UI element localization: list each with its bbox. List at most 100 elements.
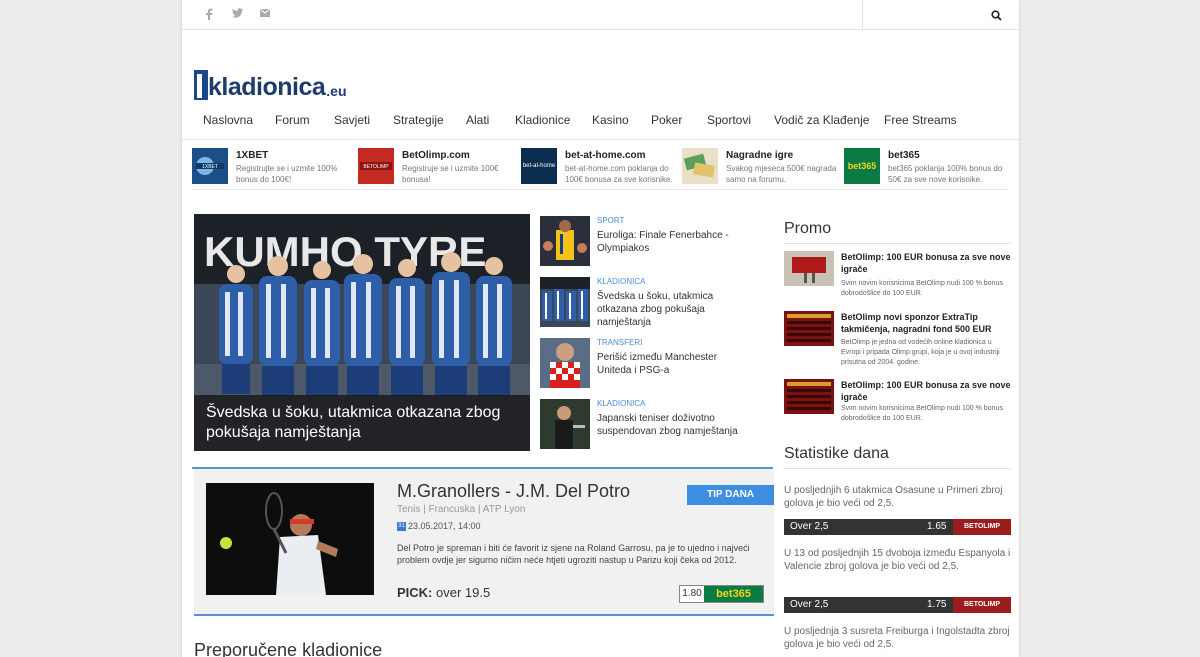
search-box[interactable] <box>862 0 1019 30</box>
nav-item-savjeti[interactable]: Savjeti <box>334 113 370 127</box>
stat-text: U 13 od posljednjih 15 dvoboja između Es… <box>784 548 1011 572</box>
news-category[interactable]: KLADIONICA <box>597 399 645 408</box>
tip-date: 31 23.05.2017, 14:00 <box>397 521 481 531</box>
list-item[interactable]: KLADIONICA Švedska u šoku, utakmica otka… <box>540 277 755 329</box>
nav-item-free-streams[interactable]: Free Streams <box>884 113 957 127</box>
sponsor-logo <box>682 148 718 184</box>
list-item[interactable]: TRANSFERI Perišić između Manchester Unit… <box>540 338 755 390</box>
list-item[interactable]: SPORT Euroliga: Finale Fenerbahce - Olym… <box>540 216 755 268</box>
site-logo[interactable]: kladionica .eu <box>194 68 347 100</box>
nav-item-poker[interactable]: Poker <box>651 113 682 127</box>
sponsor-desc: Registrujte se i uzmite 100% bonus do 10… <box>236 164 338 184</box>
nav-item-kladionice[interactable]: Kladionice <box>515 113 570 127</box>
hero-article[interactable]: KUMHO TYRE Švedska u šoku, utakmica otka… <box>194 214 530 451</box>
nav-item-alati[interactable]: Alati <box>466 113 489 127</box>
promo-item[interactable]: BetOlimp novi sponzor ExtraTip takmičenj… <box>784 311 1011 371</box>
svg-text:BETOLIMP: BETOLIMP <box>363 164 389 170</box>
tip-pick: PICK: over 19.5 <box>397 585 490 600</box>
news-title[interactable]: Perišić između Manchester Uniteda i PSG-… <box>597 351 747 377</box>
nav-item-naslovna[interactable]: Naslovna <box>203 113 253 127</box>
tip-of-the-day-badge: TIP DANA <box>687 485 774 505</box>
sponsor-desc: Registruje se i uzmite 100€ bonusa! <box>402 164 499 184</box>
sponsor-name: 1XBET <box>236 150 269 161</box>
top-bar <box>182 0 1019 30</box>
sponsor-logo: 1XBET <box>192 148 228 184</box>
promo-desc: BetOlimp je jedna od vodećih online klad… <box>841 339 1000 366</box>
bookmaker-logo: BETOLIMP <box>953 597 1011 613</box>
sponsor-1xbet[interactable]: 1XBET 1XBET Registrujte se i uzmite 100%… <box>192 148 352 186</box>
tip-of-the-day: TIP DANA M.Granollers - J.M. Del Potro T… <box>194 469 774 616</box>
sponsor-name: bet-at-home.com <box>565 150 646 161</box>
svg-text:bet-at-home: bet-at-home <box>523 163 556 169</box>
sponsor-betolimp[interactable]: BETOLIMP BetOlimp.com Registruje se i uz… <box>358 148 518 186</box>
stats-heading: Statistike dana <box>784 445 889 462</box>
sponsor-logo: bet365 <box>844 148 880 184</box>
stat-odd: 1.75 <box>927 599 947 610</box>
twitter-icon[interactable] <box>230 8 244 22</box>
promo-title[interactable]: BetOlimp: 100 EUR bonusa za sve nove igr… <box>841 251 1011 275</box>
pick-value: over 19.5 <box>436 585 491 600</box>
list-item[interactable]: KLADIONICA Japanski teniser doživotno su… <box>540 399 755 451</box>
news-category[interactable]: KLADIONICA <box>597 277 645 286</box>
tip-date-text: 23.05.2017, 14:00 <box>408 521 481 531</box>
news-category[interactable]: SPORT <box>597 216 624 225</box>
stat-odds-bar[interactable]: Over 2,5 1.65 BETOLIMP <box>784 519 1011 535</box>
news-title[interactable]: Euroliga: Finale Fenerbahce - Olympiakos <box>597 229 747 255</box>
bookmaker-logo: bet365 <box>704 586 763 602</box>
sponsor-desc: bet365 poklanja 100% bonus do 50€ za sve… <box>888 164 1003 184</box>
nav-item-kasino[interactable]: Kasino <box>592 113 629 127</box>
stat-market: Over 2,5 <box>790 521 829 532</box>
news-title[interactable]: Japanski teniser doživotno suspendovan z… <box>597 412 747 438</box>
nav-divider <box>182 139 1019 140</box>
sponsor-desc: bet-at-home.com poklanja do 100€ bonusa … <box>565 164 673 184</box>
promo-item[interactable]: BetOlimp: 100 EUR bonusa za sve nove igr… <box>784 379 1011 429</box>
promo-title[interactable]: BetOlimp: 100 EUR bonusa za sve nove igr… <box>841 379 1011 403</box>
promo-desc: Svim novim korisnicima BetOlimp nudi 100… <box>841 405 1003 422</box>
sponsor-logo: bet-at-home <box>521 148 557 184</box>
nav-item-sportovi[interactable]: Sportovi <box>707 113 751 127</box>
news-thumbnail <box>540 277 590 327</box>
logo-text: kladionica <box>208 73 326 101</box>
tip-title[interactable]: M.Granollers - J.M. Del Potro <box>397 481 630 502</box>
svg-text:bet365: bet365 <box>848 161 877 171</box>
sponsor-logo: BETOLIMP <box>358 148 394 184</box>
news-category[interactable]: TRANSFERI <box>597 338 642 347</box>
svg-text:1XBET: 1XBET <box>202 164 218 170</box>
promo-desc: Svim novim korisnicima BetOlimp nudi 100… <box>841 280 1003 297</box>
recommended-heading: Preporučene kladionice <box>194 640 383 657</box>
calendar-icon: 31 <box>397 521 406 531</box>
nav-item-vodic[interactable]: Vodič za Klađenje <box>774 113 869 127</box>
promo-thumbnail <box>784 311 834 346</box>
sponsor-bet-at-home[interactable]: bet-at-home bet-at-home.com bet-at-home.… <box>521 148 681 186</box>
odds-value: 1.80 <box>680 586 704 602</box>
stat-odd: 1.65 <box>927 521 947 532</box>
sponsor-bet365[interactable]: bet365 bet365 bet365 poklanja 100% bonus… <box>844 148 1008 186</box>
sponsor-name: Nagradne igre <box>726 150 794 161</box>
sponsor-name: bet365 <box>888 150 920 161</box>
tip-body: Del Potro je spreman i biti će favorit i… <box>397 543 750 565</box>
hero-caption[interactable]: Švedska u šoku, utakmica otkazana zbog p… <box>194 395 530 451</box>
promo-divider <box>784 243 1011 244</box>
promo-title[interactable]: BetOlimp novi sponzor ExtraTip takmičenj… <box>841 311 1011 335</box>
tip-meta: Tenis | Francuska | ATP Lyon <box>397 504 526 515</box>
sponsor-name: BetOlimp.com <box>402 150 470 161</box>
news-thumbnail <box>540 216 590 266</box>
envelope-icon[interactable] <box>258 8 272 22</box>
news-title[interactable]: Švedska u šoku, utakmica otkazana zbog p… <box>597 290 747 329</box>
page: kladionica .eu Naslovna Forum Savjeti St… <box>182 0 1019 657</box>
news-thumbnail <box>540 399 590 449</box>
nav-item-strategije[interactable]: Strategije <box>393 113 444 127</box>
promo-thumbnail <box>784 379 834 414</box>
stat-odds-bar[interactable]: Over 2,5 1.75 BETOLIMP <box>784 597 1011 613</box>
sponsor-nagradne-igre[interactable]: Nagradne igre Svakog mjeseca 500€ nagrad… <box>682 148 842 186</box>
search-icon[interactable] <box>991 10 1002 21</box>
nav-item-forum[interactable]: Forum <box>275 113 310 127</box>
tip-odds[interactable]: 1.80 bet365 <box>679 585 764 603</box>
stat-text: U posljednja 3 susreta Freiburga i Ingol… <box>784 626 1010 650</box>
stat-text: U posljednjih 6 utakmica Osasune u Prime… <box>784 485 1003 509</box>
facebook-icon[interactable] <box>202 8 216 22</box>
stat-market: Over 2,5 <box>790 599 829 610</box>
logo-suffix: .eu <box>326 83 347 99</box>
tip-photo <box>206 483 374 595</box>
promo-item[interactable]: BetOlimp: 100 EUR bonusa za sve nove igr… <box>784 251 1011 301</box>
